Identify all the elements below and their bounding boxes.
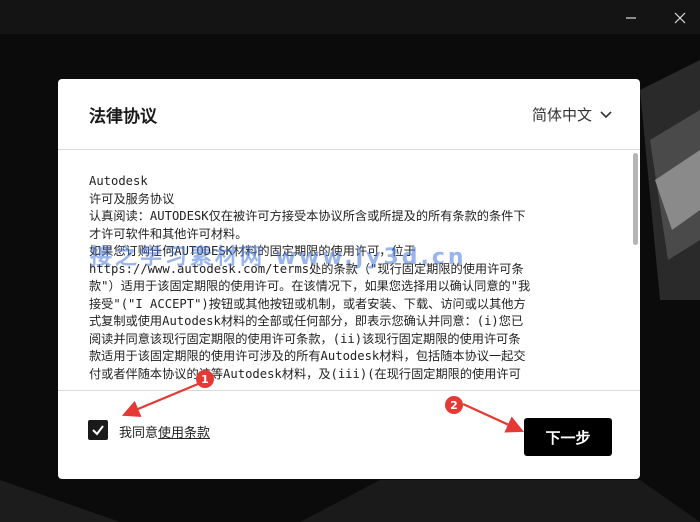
checkmark-icon	[92, 425, 104, 436]
next-button[interactable]: 下一步	[524, 418, 612, 456]
scroll-thumb[interactable]	[633, 153, 638, 245]
dialog-title: 法律协议	[89, 107, 157, 127]
agreement-text[interactable]: Autodesk 许可及服务协议认真阅读：AUTODESK仅在被许可方接受本协议所…	[89, 173, 595, 387]
step-marker-2: 2	[445, 396, 463, 414]
terms-link[interactable]: 使用条款	[158, 426, 210, 441]
agree-label: 我同意使用条款	[119, 422, 210, 441]
legal-agreement-dialog: 法律协议 简体中文 Autodesk 许可及服务协议认真阅读：AUTODESK仅在…	[58, 79, 640, 479]
agreement-line: 许可及服务协议	[89, 191, 175, 206]
agree-prefix: 我同意	[119, 426, 159, 441]
chevron-down-icon	[600, 110, 612, 118]
language-selector-label: 简体中文	[531, 106, 592, 124]
close-icon[interactable]	[672, 10, 688, 26]
agreement-line: 款适用于该固定期限的使用许可涉及的所有Autodesk材料，包括随本协议一起交	[89, 349, 526, 363]
agreement-line: 认真阅读：AUTODESK仅在被许可方接受本协议所含或所提及的所有条款的条件下	[89, 209, 526, 223]
agreement-line: 阅读并同意该现行固定期限的使用许可条款，(ii)该现行固定期限的使用许可条	[89, 331, 521, 346]
agreement-line: 式复制或使用Autodesk材料的全部或任何部分，即表示您确认并同意：(i)您已	[89, 314, 524, 328]
minimize-icon[interactable]	[623, 10, 639, 26]
agreement-line: 款"）适用于该固定期限的使用许可。在该情况下，如果您选择用以确认同意的"我	[89, 279, 531, 293]
watermark-text: 接之学习素材网 www.jy3d.cn	[90, 245, 467, 270]
agreement-line: Autodesk	[89, 174, 148, 188]
footer-divider	[58, 390, 640, 391]
agreement-scrollbar[interactable]	[631, 151, 639, 389]
step-marker-1: 1	[196, 370, 214, 388]
agreement-line: 接受"("I ACCEPT")按钮或其他按钮或机制，或者安装、下载、访问或以其他…	[89, 296, 526, 311]
language-selector[interactable]: 简体中文	[532, 104, 612, 125]
agree-checkbox[interactable]	[88, 420, 108, 440]
agreement-line: 付或者伴随本协议的该等Autodesk材料，及(iii)(在现行固定期限的使用许…	[89, 366, 521, 381]
window-titlebar	[0, 0, 700, 34]
dialog-header: 法律协议 简体中文	[58, 79, 640, 150]
